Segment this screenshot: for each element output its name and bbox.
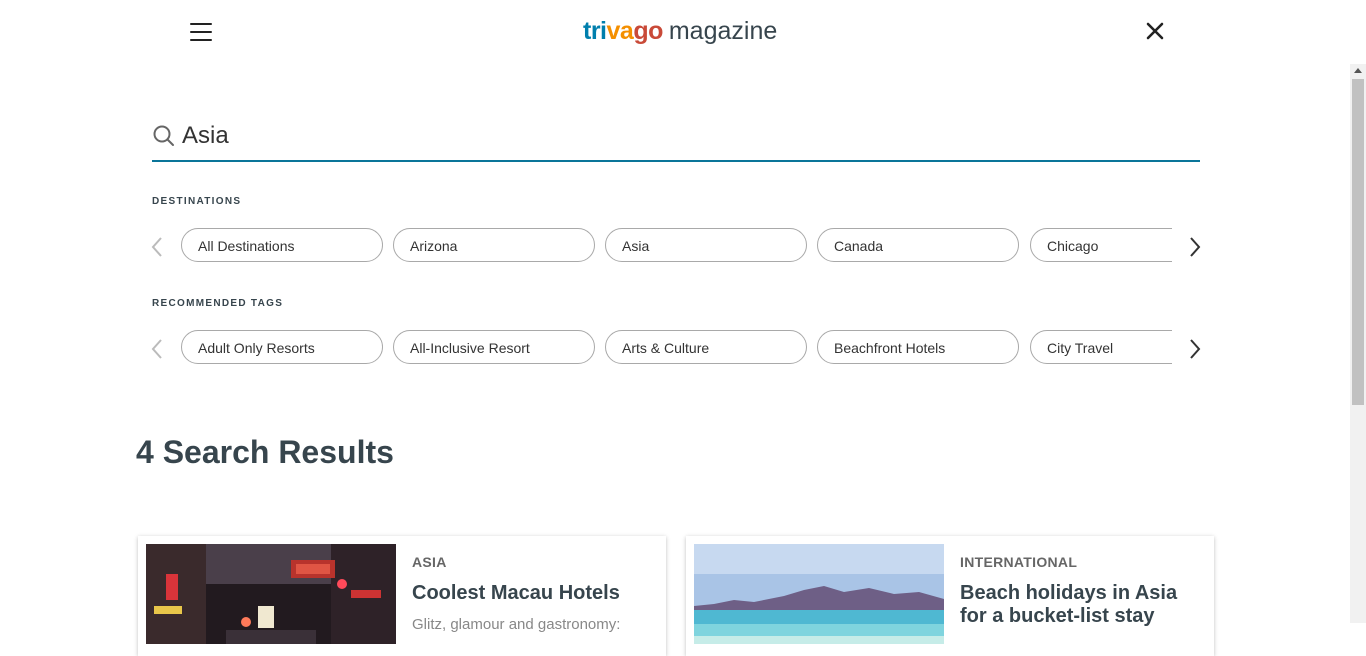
- tag-chip[interactable]: All-Inclusive Resort: [393, 330, 595, 364]
- destination-chip[interactable]: Arizona: [393, 228, 595, 262]
- logo[interactable]: trivago magazine: [583, 14, 777, 50]
- scrollbar[interactable]: [1350, 64, 1366, 623]
- destination-chip[interactable]: All Destinations: [181, 228, 383, 262]
- search-icon: [153, 125, 174, 146]
- scrollbar-thumb[interactable]: [1352, 79, 1364, 405]
- tag-chip[interactable]: City Travel: [1030, 330, 1172, 364]
- card-title[interactable]: Beach holidays in Asia for a bucket-list…: [960, 582, 1180, 628]
- header: trivago magazine: [0, 0, 1366, 64]
- card-description: Glitz, glamour and gastronomy:: [412, 616, 621, 633]
- card-thumbnail-beach[interactable]: [694, 544, 944, 644]
- tag-chip[interactable]: Beachfront Hotels: [817, 330, 1019, 364]
- hamburger-icon[interactable]: [190, 22, 212, 42]
- result-card[interactable]: ASIA Coolest Macau Hotels Glitz, glamour…: [138, 536, 666, 656]
- destinations-label: DESTINATIONS: [152, 196, 242, 207]
- result-card[interactable]: INTERNATIONAL Beach holidays in Asia for…: [686, 536, 1214, 656]
- results-title: 4 Search Results: [136, 434, 394, 470]
- tags-carousel: Adult Only Resorts All-Inclusive Resort …: [148, 330, 1208, 368]
- destinations-carousel: All Destinations Arizona Asia Canada Chi…: [148, 228, 1208, 266]
- card-category: INTERNATIONAL: [960, 554, 1078, 570]
- destinations-chip-viewport: All Destinations Arizona Asia Canada Chi…: [181, 228, 1172, 266]
- destination-chip[interactable]: Asia: [605, 228, 807, 262]
- destination-chip[interactable]: Canada: [817, 228, 1019, 262]
- card-category: ASIA: [412, 554, 447, 570]
- search-input[interactable]: [182, 118, 1182, 154]
- card-title[interactable]: Coolest Macau Hotels: [412, 582, 632, 605]
- destination-chip[interactable]: Chicago: [1030, 228, 1172, 262]
- logo-brand: trivago: [583, 17, 663, 45]
- chevron-right-icon[interactable]: [1184, 338, 1204, 360]
- close-icon[interactable]: [1145, 21, 1165, 41]
- tag-chip[interactable]: Arts & Culture: [605, 330, 807, 364]
- search-bar: [152, 110, 1200, 162]
- scroll-up-arrow-icon[interactable]: [1354, 68, 1362, 73]
- tag-chip[interactable]: Adult Only Resorts: [181, 330, 383, 364]
- chevron-right-icon[interactable]: [1184, 236, 1204, 258]
- chevron-left-icon[interactable]: [148, 236, 168, 258]
- tags-chip-viewport: Adult Only Resorts All-Inclusive Resort …: [181, 330, 1172, 368]
- chevron-left-icon[interactable]: [148, 338, 168, 360]
- recommended-tags-label: RECOMMENDED TAGS: [152, 298, 284, 309]
- card-thumbnail-macau[interactable]: [146, 544, 396, 644]
- logo-suffix: magazine: [668, 17, 778, 45]
